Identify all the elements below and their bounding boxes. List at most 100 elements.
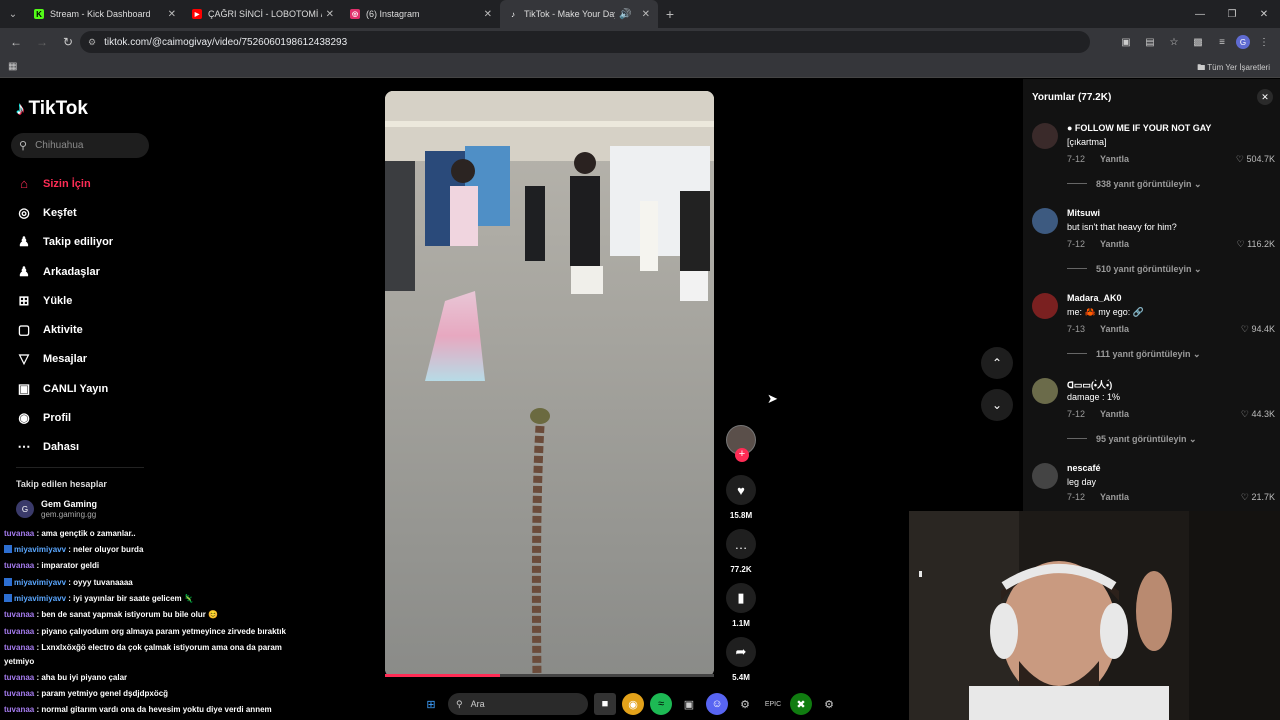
all-bookmarks-folder[interactable]: 🖿 Tüm Yer İşaretleri	[1197, 62, 1270, 76]
follow-plus-icon[interactable]: +	[735, 448, 749, 462]
comment-user[interactable]: Mitsuwi	[1067, 208, 1100, 218]
avatar[interactable]	[1032, 378, 1058, 404]
tab-youtube[interactable]: ▶ ÇAĞRI SİNCİ - LOBOTOMİ / ROI ✕	[184, 0, 342, 28]
comment-date: 7-13	[1067, 324, 1086, 334]
back-arrow-icon[interactable]: ←	[4, 30, 28, 54]
sidebar-item-for-you[interactable]: ⌂ Sizin İçin	[16, 169, 216, 198]
avatar[interactable]	[1032, 208, 1058, 234]
search-input[interactable]: ⚲ Chihuahua	[11, 133, 149, 158]
kebab-menu-icon[interactable]: ⋮	[1254, 32, 1274, 52]
sidebar-item-messages[interactable]: ▽ Mesajlar	[16, 345, 216, 374]
forward-arrow-icon[interactable]: →	[30, 30, 54, 54]
reply-button[interactable]: Yanıtla	[1100, 239, 1129, 249]
video-progress-bar[interactable]	[385, 674, 714, 677]
close-window-icon[interactable]: ✕	[1248, 0, 1280, 28]
reply-button[interactable]: Yanıtla	[1100, 154, 1129, 164]
view-replies-button[interactable]: 95 yanıt görüntüleyin ⌄	[1067, 434, 1197, 445]
bookmark-star-icon[interactable]: ☆	[1164, 32, 1184, 52]
avatar[interactable]	[1032, 123, 1058, 149]
site-info-icon[interactable]: ⚙	[88, 37, 96, 48]
taskbar-search[interactable]: ⚲ Ara	[448, 693, 588, 715]
address-bar[interactable]: ⚙ tiktok.com/@caimogivay/video/752606019…	[80, 31, 1090, 53]
sidebar-item-profile[interactable]: ◉ Profil	[16, 403, 216, 432]
sidebar-item-label: Sizin İçin	[43, 177, 91, 190]
tab-tiktok[interactable]: ♪ TikTok - Make Your Day 🔊 ✕	[500, 0, 658, 28]
sidebar-item-live[interactable]: ▣ CANLI Yayın	[16, 374, 216, 403]
comment-user[interactable]: ᗡ▭▭(•̀人•́)	[1067, 378, 1112, 391]
sidebar-item-upload[interactable]: ⊞ Yükle	[16, 286, 216, 315]
tab-search-icon[interactable]: ⌄	[0, 0, 26, 28]
close-tab-icon[interactable]: ✕	[484, 9, 492, 20]
tiktok-logo[interactable]: ♪ TikTok	[16, 98, 88, 120]
like-count: 15.8M	[729, 511, 753, 520]
chat-message: tuvanaa : normal gitarım vardı ona da he…	[4, 705, 272, 714]
new-tab-button[interactable]: +	[658, 6, 682, 22]
avatar[interactable]	[1032, 463, 1058, 489]
comment-bubble-icon[interactable]: …	[726, 529, 756, 559]
cast-icon[interactable]: ▣	[1116, 32, 1136, 52]
view-replies-button[interactable]: 838 yanıt görüntüleyin ⌄	[1067, 179, 1202, 190]
close-tab-icon[interactable]: ✕	[642, 9, 650, 20]
comment-user[interactable]: nescafé	[1067, 463, 1101, 473]
comment-item: ● FOLLOW ME IF YOUR NOT GAY [çıkartma] 7…	[1032, 123, 1275, 203]
chat-text: param yetmiyo genel dşdjdpxöcğ	[41, 689, 169, 698]
sidebar-item-friends[interactable]: ♟ Arkadaşlar	[16, 257, 216, 286]
comment-likes[interactable]: ♡ 21.7K	[1241, 492, 1275, 503]
comment-likes[interactable]: ♡ 94.4K	[1241, 324, 1275, 335]
comment-user[interactable]: ● FOLLOW ME IF YOUR NOT GAY	[1067, 123, 1211, 133]
bookmark-icon[interactable]: ▮	[726, 583, 756, 613]
sidebar-item-activity[interactable]: ▢ Aktivite	[16, 315, 216, 344]
like-heart-icon[interactable]: ♥	[726, 475, 756, 505]
task-view-icon[interactable]: ■	[594, 693, 616, 715]
previous-video-chevron-up-icon[interactable]: ⌃	[981, 347, 1013, 379]
creator-avatar[interactable]: +	[726, 425, 756, 462]
avatar[interactable]	[1032, 293, 1058, 319]
tab-title: (6) Instagram	[366, 9, 420, 19]
upload-icon: ⊞	[18, 292, 30, 308]
chrome-icon[interactable]: ◉	[622, 693, 644, 715]
windows-start-icon[interactable]: ⊞	[420, 693, 442, 715]
maximize-icon[interactable]: ❐	[1216, 0, 1248, 28]
following-account-item[interactable]: G Gem Gaming gem.gaming.gg	[16, 499, 97, 519]
avatar: G	[16, 500, 34, 518]
more-icon: ⋯	[17, 439, 31, 455]
tab-instagram[interactable]: ◎ (6) Instagram ✕	[342, 0, 500, 28]
steam-icon[interactable]: ⚙	[734, 693, 756, 715]
spotify-icon[interactable]: ≈	[650, 693, 672, 715]
sidebar-item-following[interactable]: ♟ Takip ediliyor	[16, 228, 216, 257]
reply-button[interactable]: Yanıtla	[1100, 324, 1129, 334]
translate-icon[interactable]: ▤	[1140, 32, 1160, 52]
xbox-icon[interactable]: ✖	[790, 693, 812, 715]
comment-likes[interactable]: ♡ 504.7K	[1236, 154, 1275, 165]
extensions-icon[interactable]: ▩	[1188, 32, 1208, 52]
sidebar-item-more[interactable]: ⋯ Dahası	[16, 433, 216, 462]
tab-kick[interactable]: K Stream - Kick Dashboard ✕	[26, 0, 184, 28]
video-player[interactable]	[385, 91, 714, 677]
bookmarks-bar: ▦ 🖿 Tüm Yer İşaretleri	[0, 56, 1280, 78]
media-icon[interactable]: ≡	[1212, 32, 1232, 52]
share-arrow-icon[interactable]: ➦	[726, 637, 756, 667]
close-tab-icon[interactable]: ✕	[326, 9, 334, 20]
speaker-icon[interactable]: 🔊	[619, 9, 631, 20]
following-icon: ♟	[18, 234, 30, 250]
reply-button[interactable]: Yanıtla	[1100, 409, 1129, 419]
apps-grid-icon[interactable]: ▦	[8, 61, 17, 72]
reload-icon[interactable]: ↻	[56, 30, 80, 54]
view-replies-button[interactable]: 111 yanıt görüntüleyin ⌄	[1067, 349, 1201, 360]
store-icon[interactable]: ▣	[678, 693, 700, 715]
sidebar-item-explore[interactable]: ◎ Keşfet	[16, 198, 216, 227]
next-video-chevron-down-icon[interactable]: ⌄	[981, 389, 1013, 421]
comment-user[interactable]: Madara_AK0	[1067, 293, 1122, 303]
discord-icon[interactable]: ☺	[706, 693, 728, 715]
epic-games-icon[interactable]: EPIC	[762, 693, 784, 715]
view-replies-button[interactable]: 510 yanıt görüntüleyin ⌄	[1067, 264, 1202, 275]
close-tab-icon[interactable]: ✕	[168, 9, 176, 20]
chat-text: ben de sanat yapmak istiyorum bu bile ol…	[41, 610, 219, 619]
profile-avatar[interactable]: G	[1236, 35, 1250, 49]
settings-icon[interactable]: ⚙	[818, 693, 840, 715]
comment-likes[interactable]: ♡ 44.3K	[1241, 409, 1275, 420]
minimize-icon[interactable]: —	[1184, 0, 1216, 28]
close-comments-icon[interactable]: ✕	[1257, 89, 1273, 105]
reply-button[interactable]: Yanıtla	[1100, 492, 1129, 502]
comment-likes[interactable]: ♡ 116.2K	[1237, 239, 1275, 250]
